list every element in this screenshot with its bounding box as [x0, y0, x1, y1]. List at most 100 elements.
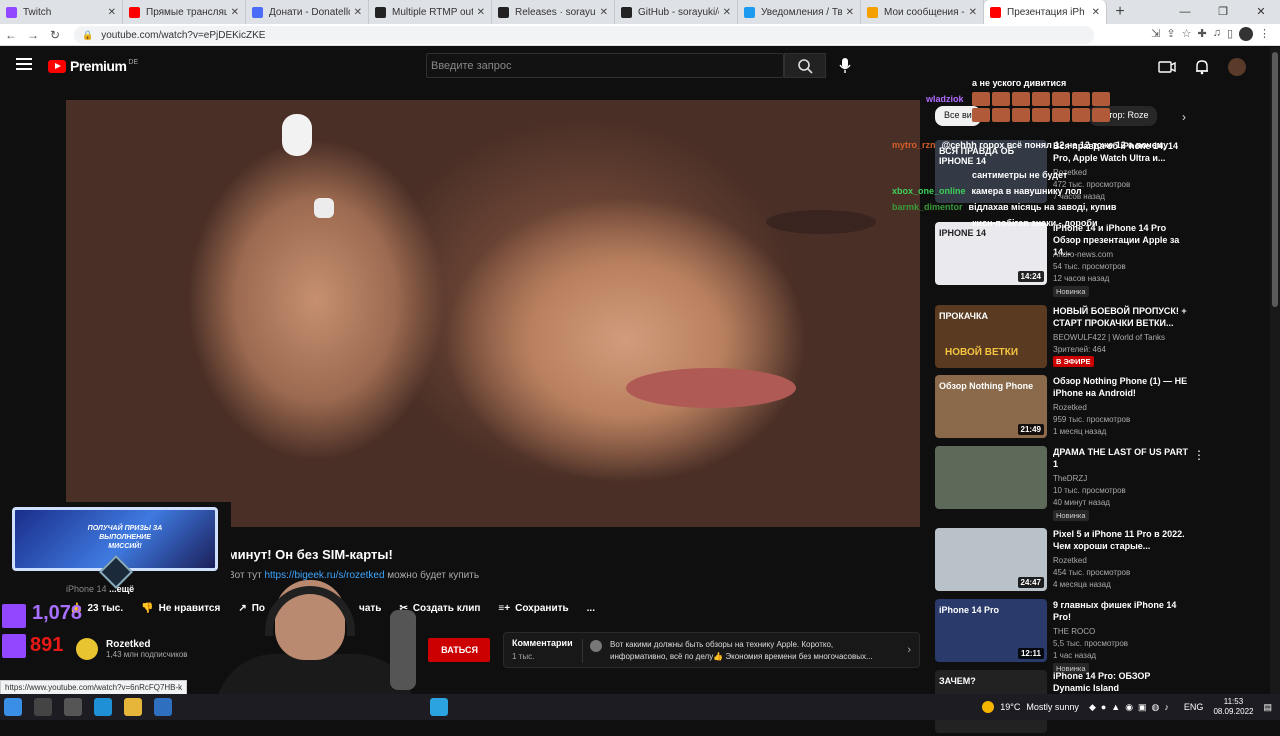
- close-tab-icon[interactable]: ✕: [969, 7, 977, 18]
- recommended-channel[interactable]: TheDRZJ: [1053, 473, 1087, 485]
- tray-icons[interactable]: ◆●▲◉▣◍♪: [1089, 702, 1174, 713]
- video-thumbnail[interactable]: ПРОКАЧКА НОВОЙ ВЕТКИ: [935, 305, 1047, 368]
- chat-username[interactable]: wladziok: [926, 94, 964, 104]
- close-tab-icon[interactable]: ✕: [723, 7, 731, 18]
- chat-username[interactable]: xbox_one_online: [892, 186, 966, 196]
- media-icon[interactable]: ♫: [1213, 27, 1221, 41]
- extensions-icon[interactable]: ✚: [1197, 27, 1206, 41]
- recommended-title[interactable]: ДРАМА THE LAST OF US PART 1: [1053, 446, 1189, 470]
- video-thumbnail[interactable]: iPhone 14 Pro 12:11: [935, 599, 1047, 662]
- channel-info[interactable]: Rozetked 1,43 млн подписчиков: [76, 638, 188, 660]
- video-thumbnail[interactable]: [935, 446, 1047, 509]
- close-tab-icon[interactable]: ✕: [231, 7, 239, 18]
- more-options-icon[interactable]: ⋮: [1193, 448, 1205, 462]
- browser-tab[interactable]: Презентация iPh ✕: [984, 0, 1107, 24]
- language-indicator[interactable]: ENG: [1184, 702, 1204, 712]
- close-tab-icon[interactable]: ✕: [477, 7, 485, 18]
- recommended-video[interactable]: 24:47 Pixel 5 и iPhone 11 Pro в 2022. Чем…: [935, 528, 1195, 594]
- close-tab-icon[interactable]: ✕: [1092, 7, 1100, 18]
- link-status-url: https://www.youtube.com/watch?v=6nRcFQ7H…: [0, 680, 188, 695]
- recommended-video[interactable]: Обзор Nothing Phone 21:49 Обзор Nothing Ph…: [935, 375, 1195, 441]
- chat-message: barmk_dimentor відлахав місяць на заводі,…: [892, 202, 1116, 212]
- youtube-logo[interactable]: Premium DE: [48, 58, 138, 74]
- save-button[interactable]: ≡+ Сохранить: [498, 603, 568, 614]
- close-tab-icon[interactable]: ✕: [600, 7, 608, 18]
- new-tab-icon[interactable]: +: [1107, 3, 1133, 21]
- recommended-title[interactable]: 9 главных фишек iPhone 14 Pro!: [1053, 599, 1189, 623]
- store-icon[interactable]: [154, 698, 172, 716]
- scrollbar-thumb[interactable]: [1272, 52, 1278, 307]
- url-field[interactable]: 🔒 youtube.com/watch?v=ePjDEKicZKE: [74, 26, 1094, 44]
- search-input[interactable]: Введите запрос: [426, 53, 784, 78]
- recommended-video[interactable]: ПРОКАЧКА НОВОЙ ВЕТКИ НОВЫЙ БОЕВОЙ ПРОПУСК!…: [935, 305, 1195, 371]
- back-icon[interactable]: ←: [0, 28, 22, 42]
- hamburger-menu-icon[interactable]: [16, 58, 32, 70]
- file-explorer-icon[interactable]: [124, 698, 142, 716]
- video-thumbnail[interactable]: 24:47: [935, 528, 1047, 591]
- forward-icon[interactable]: →: [22, 28, 44, 42]
- close-tab-icon[interactable]: ✕: [846, 7, 854, 18]
- reload-icon[interactable]: ↻: [44, 28, 66, 42]
- video-player[interactable]: [66, 100, 920, 527]
- recommended-title[interactable]: Pixel 5 и iPhone 11 Pro в 2022. Чем хоро…: [1053, 528, 1189, 552]
- windows-taskbar: 19°C Mostly sunny ◆●▲◉▣◍♪ ENG 11:53 08.0…: [0, 694, 1280, 720]
- close-window-icon[interactable]: ✕: [1242, 0, 1280, 24]
- edge-icon[interactable]: [94, 698, 112, 716]
- video-thumbnail[interactable]: IPHONE 14 14:24: [935, 222, 1047, 285]
- browser-tab[interactable]: Releases · sorayuki/ob ✕: [492, 0, 615, 24]
- video-thumbnail[interactable]: Обзор Nothing Phone 21:49: [935, 375, 1047, 438]
- task-view-icon[interactable]: [64, 698, 82, 716]
- recommended-video[interactable]: IPHONE 14 14:24 iPhone 14 и iPhone 14 Pro …: [935, 222, 1195, 297]
- recommended-channel[interactable]: BEOWULF422 | World of Tanks: [1053, 332, 1165, 344]
- browser-tab[interactable]: GitHub - sorayuki/obs ✕: [615, 0, 738, 24]
- recommended-title[interactable]: iPhone 14 Pro: ОБЗОР Dynamic Island: [1053, 670, 1189, 694]
- microphone-icon[interactable]: [838, 57, 852, 75]
- menu-dots-icon[interactable]: ⋮: [1259, 27, 1270, 41]
- browser-tab[interactable]: Мои сообщения - Па ✕: [861, 0, 984, 24]
- sun-icon: [982, 701, 995, 713]
- address-bar-row: ← → ↻ 🔒 youtube.com/watch?v=ePjDEKicZKE …: [0, 24, 1280, 46]
- notifications-icon[interactable]: ▤: [1263, 702, 1272, 713]
- chat-username[interactable]: barmk_dimentor: [892, 202, 963, 212]
- recommended-title[interactable]: Обзор Nothing Phone (1) — НЕ iPhone на A…: [1053, 375, 1189, 399]
- browser-tab[interactable]: Multiple RTMP output ✕: [369, 0, 492, 24]
- comments-teaser[interactable]: Комментарии 1 тыс. Вот какими должны быт…: [503, 632, 920, 668]
- tab-strip: Twitch✕Прямые трансляции✕Донати - Donate…: [0, 0, 1280, 24]
- share-icon[interactable]: ⇪: [1166, 27, 1175, 41]
- bell-icon[interactable]: [1194, 59, 1210, 75]
- weather-widget[interactable]: 19°C Mostly sunny: [982, 701, 1079, 713]
- logo-text: Premium: [70, 58, 127, 74]
- search-icon[interactable]: [34, 698, 52, 716]
- more-actions-button[interactable]: ...: [587, 603, 595, 614]
- browser-tab[interactable]: Прямые трансляции ✕: [123, 0, 246, 24]
- clock[interactable]: 11:53 08.09.2022: [1213, 697, 1253, 717]
- chevron-right-icon[interactable]: ›: [907, 644, 911, 656]
- twitch-followers-icon: [2, 634, 26, 658]
- restore-icon[interactable]: ❐: [1204, 0, 1242, 24]
- install-icon[interactable]: ⇲: [1151, 27, 1160, 41]
- channel-avatar[interactable]: [76, 638, 98, 660]
- recommended-title[interactable]: НОВЫЙ БОЕВОЙ ПРОПУСК! + СТАРТ ПРОКАЧКИ В…: [1053, 305, 1189, 329]
- browser-tab[interactable]: Уведомления / Твитт ✕: [738, 0, 861, 24]
- minimize-icon[interactable]: —: [1166, 0, 1204, 24]
- browser-tab[interactable]: Донати - Donatello ✕: [246, 0, 369, 24]
- recommended-channel[interactable]: Rozetked: [1053, 555, 1087, 567]
- account-avatar[interactable]: [1228, 58, 1246, 76]
- recommended-video[interactable]: ДРАМА THE LAST OF US PART 1 TheDRZJ 10 тыс…: [935, 446, 1205, 521]
- sidepanel-icon[interactable]: ▯: [1227, 27, 1233, 41]
- telegram-icon[interactable]: [430, 698, 448, 716]
- recommended-channel[interactable]: Rozetked: [1053, 402, 1087, 414]
- bookmark-star-icon[interactable]: ☆: [1182, 27, 1192, 41]
- create-video-icon[interactable]: [1158, 60, 1176, 74]
- recommended-channel[interactable]: Andro-news.com: [1053, 249, 1113, 261]
- windows-start-icon[interactable]: [4, 698, 22, 716]
- chat-username[interactable]: mytro_rzn: [892, 140, 936, 150]
- profile-avatar[interactable]: [1239, 27, 1253, 41]
- recommended-video[interactable]: iPhone 14 Pro 12:11 9 главных фишек iPhone…: [935, 599, 1195, 674]
- recommended-channel[interactable]: THE ROCO: [1053, 626, 1095, 638]
- browser-tab[interactable]: Twitch ✕: [0, 0, 123, 24]
- channel-name[interactable]: Rozetked: [106, 639, 188, 650]
- search-button[interactable]: [784, 53, 826, 78]
- close-tab-icon[interactable]: ✕: [108, 7, 116, 18]
- close-tab-icon[interactable]: ✕: [354, 7, 362, 18]
